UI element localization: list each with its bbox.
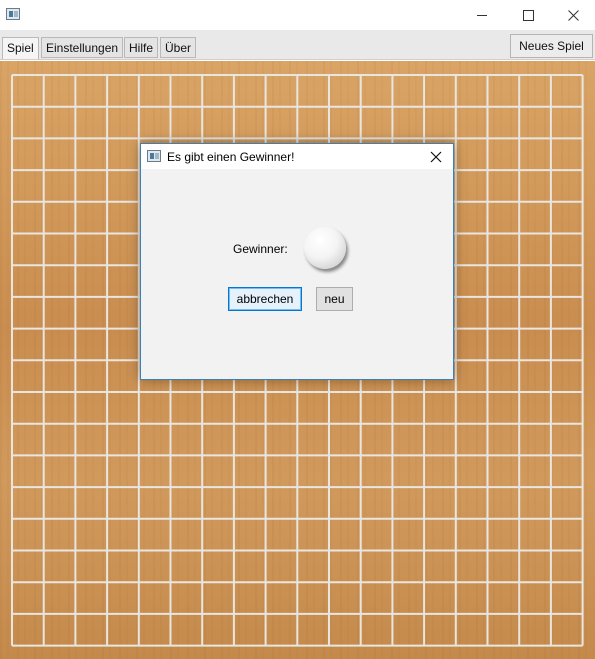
close-button[interactable] xyxy=(550,0,595,30)
dialog-titlebar: Es gibt einen Gewinner! xyxy=(141,144,453,169)
tab-hilfe[interactable]: Hilfe xyxy=(124,37,159,58)
new-game-button[interactable]: Neues Spiel xyxy=(510,34,593,58)
dialog-title: Es gibt einen Gewinner! xyxy=(167,150,295,164)
winner-dialog: Es gibt einen Gewinner! Gewinner: abbrec… xyxy=(140,143,454,380)
new-button[interactable]: neu xyxy=(316,287,353,311)
dialog-app-icon xyxy=(147,150,161,162)
close-icon xyxy=(567,9,579,21)
tab-spiel[interactable]: Spiel xyxy=(2,37,39,59)
maximize-button[interactable] xyxy=(505,0,551,30)
winner-stone-icon xyxy=(304,227,346,269)
minimize-button[interactable] xyxy=(459,0,505,30)
winner-label: Gewinner: xyxy=(233,242,288,256)
app-icon xyxy=(6,8,20,20)
window-titlebar xyxy=(0,0,595,30)
cancel-button[interactable]: abbrechen xyxy=(228,287,302,311)
tab-ueber[interactable]: Über xyxy=(160,37,197,58)
minimize-icon xyxy=(477,14,487,16)
dialog-close-button[interactable] xyxy=(425,147,447,167)
menu-tab-bar: Spiel Einstellungen Hilfe Über xyxy=(0,30,595,60)
tab-einstellungen[interactable]: Einstellungen xyxy=(41,37,124,58)
maximize-icon xyxy=(522,9,534,21)
close-icon xyxy=(430,151,442,163)
